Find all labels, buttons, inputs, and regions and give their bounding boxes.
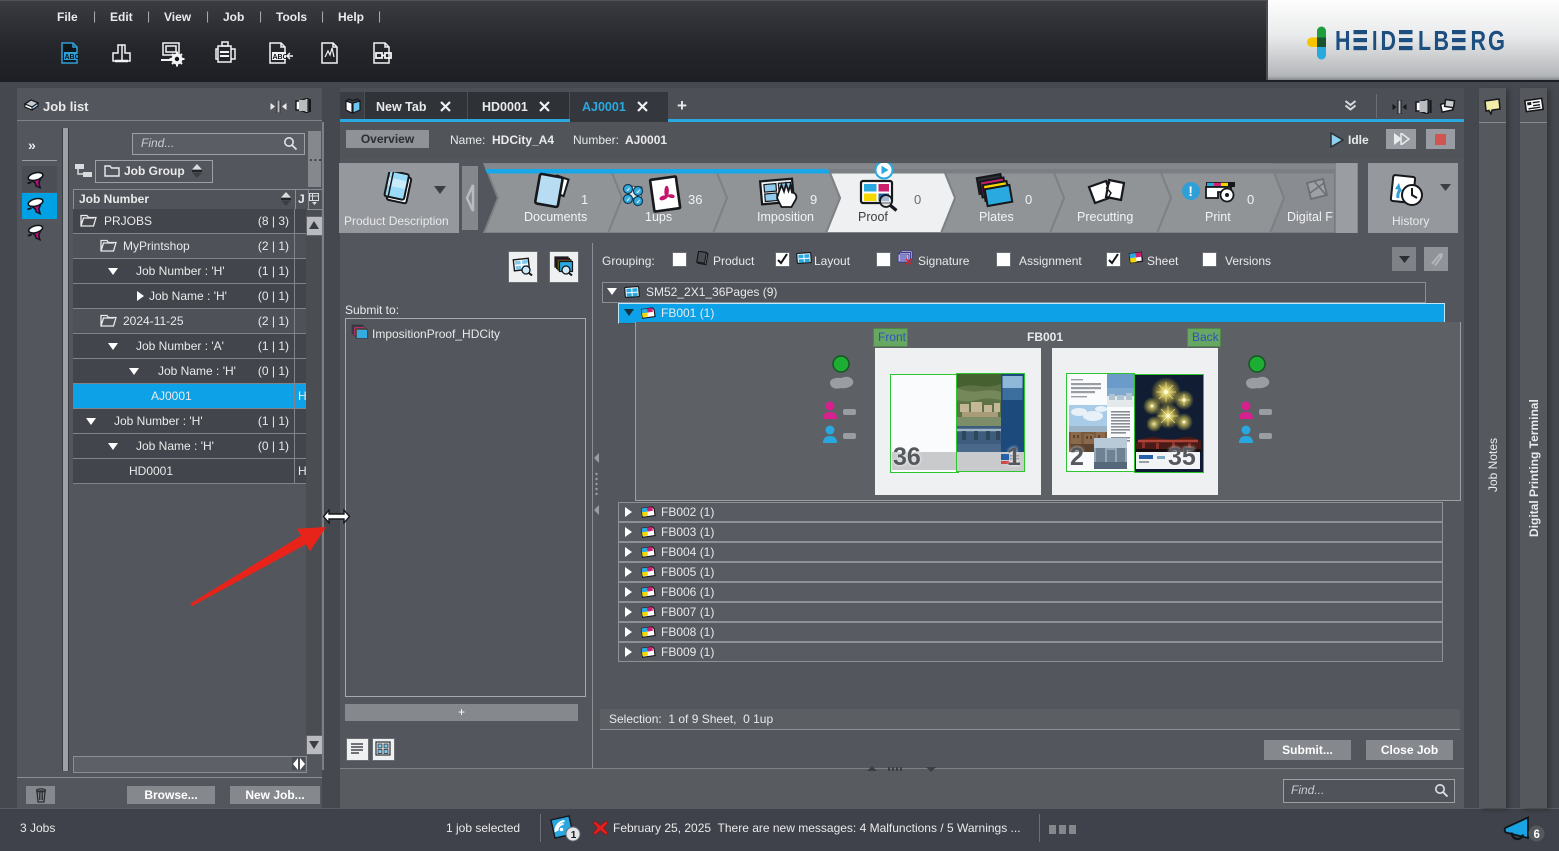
svg-text:✓: ✓ [636, 200, 641, 206]
svg-text:I: I [1372, 25, 1378, 56]
svg-text:D: D [1381, 25, 1397, 56]
svg-text:L: L [1418, 25, 1431, 56]
svg-text:✓: ✓ [626, 188, 631, 194]
svg-text:Precutting: Precutting [1077, 210, 1133, 224]
svg-text:!: ! [1188, 184, 1193, 199]
svg-text:R: R [1471, 25, 1487, 56]
svg-text:0: 0 [1247, 192, 1254, 207]
svg-text:1ups: 1ups [645, 210, 672, 224]
svg-text:36: 36 [688, 192, 702, 207]
svg-text:Imposition: Imposition [757, 210, 814, 224]
svg-text:1: 1 [581, 192, 588, 207]
svg-text:ABC: ABC [273, 54, 288, 61]
svg-text:1: 1 [571, 830, 577, 841]
svg-text:6: 6 [1534, 829, 1540, 841]
svg-text:Proof: Proof [858, 210, 888, 224]
svg-text:Documents: Documents [524, 210, 587, 224]
svg-text:0: 0 [1025, 192, 1032, 207]
svg-text:Digital F: Digital F [1287, 210, 1333, 224]
svg-text:9: 9 [810, 192, 817, 207]
svg-text:ABC: ABC [65, 54, 80, 61]
svg-text:Plates: Plates [979, 210, 1014, 224]
svg-text:✓: ✓ [626, 198, 631, 204]
svg-text:B: B [1434, 25, 1450, 56]
svg-text:G: G [1488, 25, 1505, 56]
svg-text:0: 0 [914, 192, 921, 207]
svg-text:✓: ✓ [636, 190, 641, 196]
svg-text:Print: Print [1205, 210, 1231, 224]
svg-text:H: H [1335, 25, 1351, 56]
